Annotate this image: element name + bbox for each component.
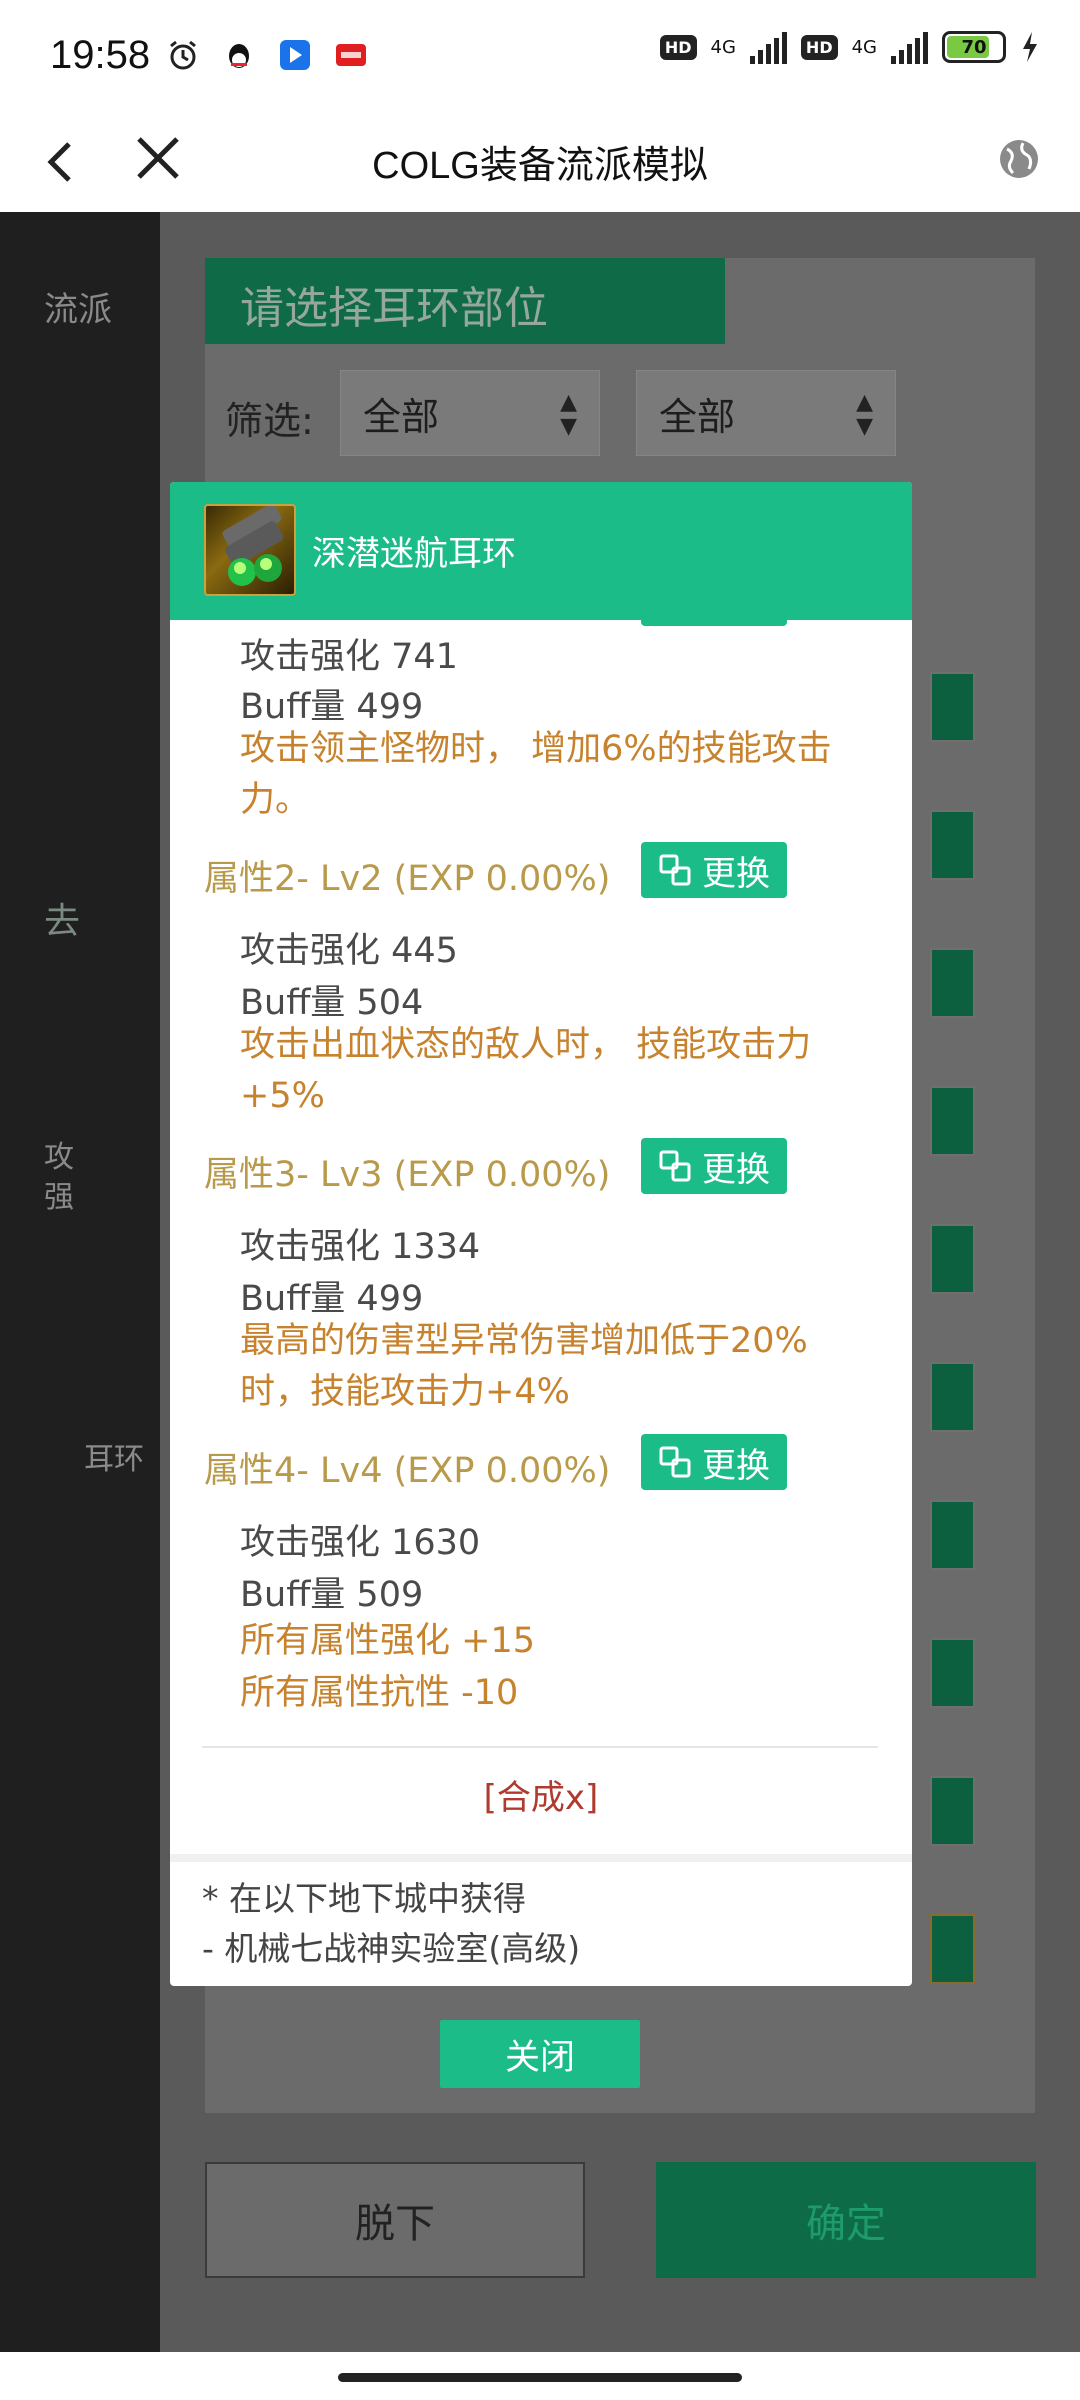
attr3-stat-attack: 攻击强化 1334 [240,1227,481,1267]
background-row-button [930,810,975,880]
network-type-1: 4G [710,36,736,58]
charging-icon [1023,32,1037,62]
chevron-left-icon [47,142,71,182]
left-frag-1: 流派 [44,290,112,330]
signal-icon-1 [749,30,787,64]
swap-icon [659,1446,691,1478]
attr2-stat-attack: 攻击强化 445 [240,931,458,971]
confirm-button[interactable]: 确定 [656,2162,1036,2278]
swap-button-attr2[interactable]: 更换 [641,842,787,898]
panel-header-title: 请选择耳环部位 [240,283,548,334]
app-red-icon [336,44,367,66]
attr2-desc: 攻击出血状态的敌人时， 技能攻击力 +5% [240,1025,812,1116]
page-title: COLG装备流派模拟 [372,144,708,187]
background-row-button [930,672,975,742]
swap-label: 更换 [702,1445,770,1486]
swap-label: 更换 [702,1149,770,1190]
swap-button-attr4[interactable]: 更换 [641,1434,787,1490]
background-row-button [930,1086,975,1156]
item-detail-modal: 深潜迷航耳环 攻击强化 741 Buff量 499 攻击领主怪物时， 增加6%的… [170,482,912,1986]
remove-button[interactable]: 脱下 [205,2162,585,2278]
swap-icon [659,854,691,886]
item-name: 深潜迷航耳环 [312,534,516,574]
hd-badge-2: HD [800,34,838,60]
background-row-button [930,1638,975,1708]
close-button[interactable] [128,128,188,188]
left-frag-2: 去 [44,901,81,942]
globe-button[interactable] [992,132,1046,186]
source-dungeon: - 机械七战神实验室(高级) [202,1929,581,1968]
attr1-stat-attack: 攻击强化 741 [240,637,458,677]
attr3-desc: 最高的伤害型异常伤害增加低于20%时，技能攻击力+4% [240,1321,808,1412]
filter-select-1-value: 全部 [363,394,440,439]
attr1-desc: 攻击领主怪物时， 增加6%的技能攻击力。 [240,729,832,820]
globe-icon [1000,140,1038,178]
close-icon [137,137,179,179]
background-row-button [930,1500,975,1570]
attr4-stat-buff: Buff量 509 [240,1575,424,1615]
attr4-title: 属性4- Lv4 (EXP 0.00%) [204,1451,611,1491]
source-separator [170,1854,912,1862]
swap-icon [659,1150,691,1182]
status-time: 19:58 [50,32,151,77]
background-row-button [930,1224,975,1294]
status-right: HD 4G HD 4G 70 [659,30,1040,64]
network-type-2: 4G [851,36,877,58]
background-row-button [930,948,975,1018]
attr4-desc-2: 所有属性抗性 -10 [240,1673,519,1713]
left-frag-4: 强 [44,1180,74,1215]
battery-icon: 70 [942,31,1006,63]
left-panel-dimmed: 流派 去 攻 强 耳环 [0,212,160,2352]
attr4-stat-attack: 攻击强化 1630 [240,1523,481,1563]
swap-label: 更换 [702,853,770,894]
modal-body: 攻击强化 741 Buff量 499 攻击领主怪物时， 增加6%的技能攻击力。 … [170,600,912,1818]
background-row-button [930,1362,975,1432]
title-bar: COLG装备流派模拟 [0,110,1080,212]
earring-item-art [222,506,284,586]
synthesis-link[interactable]: [合成x] [170,1770,912,1819]
back-button[interactable] [30,132,90,192]
source-title: * 在以下地下城中获得 [202,1879,526,1918]
select-arrows-icon: ▲ ▼ [856,390,873,439]
filter-select-1[interactable]: 全部 ▲ ▼ [340,370,600,456]
status-bar: 19:58 HD 4G HD 4G 70 [0,0,1080,110]
attr2-title: 属性2- Lv2 (EXP 0.00%) [204,859,611,899]
battery-level: 70 [961,36,987,58]
attr1-stat-buff: Buff量 499 [240,687,424,727]
attr3-title: 属性3- Lv3 (EXP 0.00%) [204,1155,611,1195]
filter-select-2-value: 全部 [659,394,736,439]
attr4-desc-1: 所有属性强化 +15 [240,1621,535,1661]
notification-icons [166,38,368,72]
background-row-button-selected [930,1914,975,1984]
signal-icon-2 [891,30,928,64]
hd-badge-1: HD [659,34,697,60]
home-indicator[interactable] [338,2373,742,2382]
alarm-icon [170,40,197,70]
earring-item-icon [204,504,296,596]
modal-header: 深潜迷航耳环 [170,482,912,620]
select-arrows-icon: ▲ ▼ [560,390,577,439]
app-blue-icon [280,40,311,70]
left-frag-5: 耳环 [84,1442,144,1477]
swap-button-attr1[interactable] [641,600,787,626]
background-row-button [930,1776,975,1846]
modal-divider [202,1746,878,1748]
filter-select-2[interactable]: 全部 ▲ ▼ [636,370,896,456]
attr2-stat-buff: Buff量 504 [240,983,424,1023]
modal-close-button[interactable]: 关闭 [440,2020,640,2088]
qq-icon [229,44,250,68]
filter-label: 筛选: [225,399,314,443]
left-frag-3: 攻 [44,1140,74,1175]
attr3-stat-buff: Buff量 499 [240,1279,424,1319]
swap-button-attr3[interactable]: 更换 [641,1138,787,1194]
